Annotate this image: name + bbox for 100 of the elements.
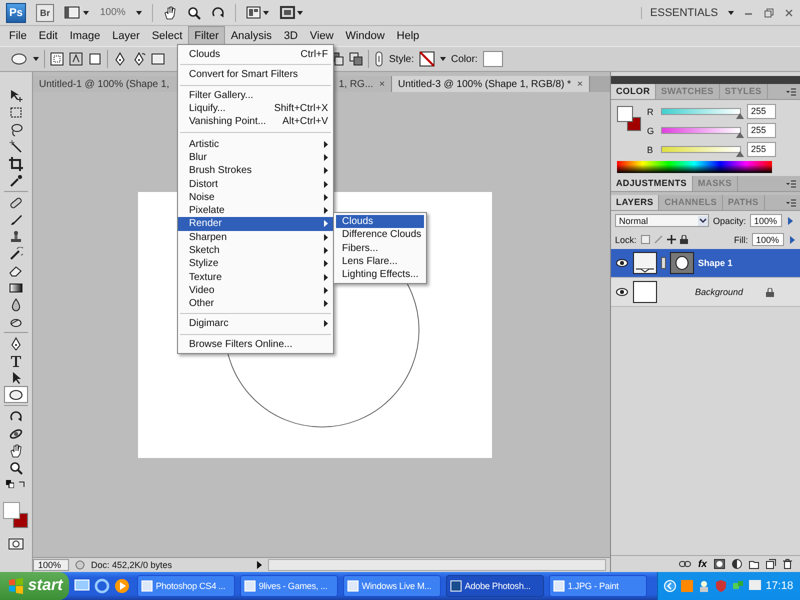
menu-item[interactable]: Clouds Ctrl+F [178,48,333,62]
menu-item[interactable]: View [304,26,340,46]
color-spectrum[interactable] [617,161,772,173]
layer-row[interactable]: Shape 1 [611,249,800,278]
menu-item[interactable]: Liquify... Shift+Ctrl+X [178,102,333,116]
rectangle-icon[interactable] [151,52,165,66]
taskbar-button[interactable]: 9lives - Games, ... [240,575,338,597]
panel-tab[interactable]: ADJUSTMENTS [611,176,693,191]
menu-item[interactable]: Noise [178,190,333,204]
paths-icon[interactable] [69,52,83,66]
display-icon[interactable] [748,580,761,592]
menu-item[interactable]: Pixelate [178,204,333,218]
media-icon[interactable] [114,578,130,594]
shape-layers-icon[interactable] [50,52,64,66]
lock-transparency-icon[interactable] [640,235,650,244]
caret-icon[interactable] [440,57,446,61]
zoom-icon[interactable] [186,6,201,20]
menu-item[interactable]: Help [390,26,426,46]
zoom-field[interactable]: 100% [33,559,69,571]
menu-item[interactable]: Fibers... [336,242,424,255]
menu-item[interactable]: Browse Filters Online... [178,338,333,351]
close-button[interactable]: × [577,78,583,90]
value-field[interactable]: 255 [747,142,776,157]
bridge-button[interactable]: Br [36,4,54,22]
menu-item[interactable]: Window [340,26,391,46]
zoom-level[interactable]: 100% [100,7,126,18]
folder-icon[interactable] [749,560,759,568]
fill-pixels-icon[interactable] [88,52,102,66]
taskbar-button[interactable]: Adobe Photosh... [446,575,544,597]
hand-icon[interactable] [162,6,177,20]
new-layer-icon[interactable] [766,559,776,569]
menu-item[interactable]: Sharpen [178,230,333,244]
adjustment-icon[interactable] [732,559,742,569]
taskbar-button[interactable]: Photoshop CS4 ... [136,575,235,597]
menu-item[interactable]: Artistic [178,137,333,151]
swap-icon[interactable] [18,480,26,488]
panel-menu-icon[interactable] [786,198,796,206]
menu-item[interactable]: Layer [106,26,146,46]
fill-field[interactable]: 100% [752,233,784,246]
document-tab[interactable]: Untitled-3 @ 100% (Shape 1, RGB/8) * × [392,76,590,92]
taskbar-button[interactable]: Windows Live M... [342,575,441,597]
close-icon[interactable] [784,8,794,18]
workspace-menu[interactable]: ESSENTIALS [641,6,718,18]
color-swatches-drawing[interactable] [617,106,643,132]
default-colors-icon[interactable] [6,480,14,488]
caret-icon[interactable] [728,10,734,14]
menu-item[interactable]: Brush Strokes [178,164,333,178]
panel-menu-icon[interactable] [786,180,796,188]
ellipse-icon[interactable] [10,52,28,66]
trash-icon[interactable] [783,559,792,569]
menu-item[interactable]: File [3,26,33,46]
taskbar-button[interactable]: 1.JPG - Paint [548,575,647,597]
menu-item[interactable]: Analysis [224,26,278,46]
no-style-icon[interactable] [419,51,436,67]
link-icon[interactable] [679,560,692,568]
menu-item[interactable]: Edit [32,26,64,46]
tool-button[interactable] [4,386,28,403]
menu-item[interactable]: Clouds [336,215,424,228]
menu-item[interactable]: Vanishing Point... Alt+Ctrl+V [178,115,333,128]
menu-item[interactable]: Blur [178,150,333,164]
menu-item[interactable]: Texture [178,270,333,284]
screen-icon[interactable] [280,6,304,20]
value-field[interactable]: 255 [747,104,776,119]
panel-tab[interactable]: COLOR [611,84,656,99]
app-logo[interactable]: Ps [6,2,26,22]
menu-item[interactable]: Video [178,284,333,298]
menu-item[interactable]: Filter [188,26,225,46]
menu-item[interactable]: Sketch [178,244,333,258]
menu-item[interactable]: Distort [178,177,333,191]
rotate-icon[interactable] [210,6,225,20]
chevron-icon[interactable] [664,580,676,592]
horizontal-scrollbar[interactable] [268,559,606,571]
mask-icon[interactable] [714,559,725,569]
pen-icon[interactable] [113,52,127,66]
menu-item[interactable]: Other [178,297,333,310]
exclude-icon[interactable] [349,52,363,66]
panel-menu-icon[interactable] [786,88,796,96]
blend-mode-dropdown[interactable]: Normal [615,214,709,227]
freeform-pen-icon[interactable] [132,52,146,66]
lock-icon[interactable] [680,235,688,244]
arrange-icon[interactable] [246,6,270,20]
restore-icon[interactable] [764,8,774,18]
color-swatches-drawing[interactable] [3,502,29,530]
value-field[interactable]: 255 [747,123,776,138]
menu-item[interactable]: Select [146,26,188,46]
browser-icon[interactable] [94,578,110,594]
lock-position-icon[interactable] [666,235,676,244]
color-swatch[interactable] [482,51,503,67]
screen-mode-icon[interactable] [64,6,90,20]
close-button[interactable]: × [379,78,385,90]
menu-item[interactable]: Image [64,26,106,46]
arrow-icon[interactable] [257,561,262,569]
menu-item[interactable]: Digimarc [178,317,333,331]
menu-item[interactable]: 3D [278,26,304,46]
menu-item[interactable]: Difference Clouds [336,228,424,242]
panel-tab[interactable]: LAYERS [611,195,660,210]
eye-icon[interactable] [615,288,629,296]
quick-mask-icon[interactable] [8,538,24,550]
eye-icon[interactable] [615,259,629,267]
opacity-field[interactable]: 100% [750,214,782,227]
